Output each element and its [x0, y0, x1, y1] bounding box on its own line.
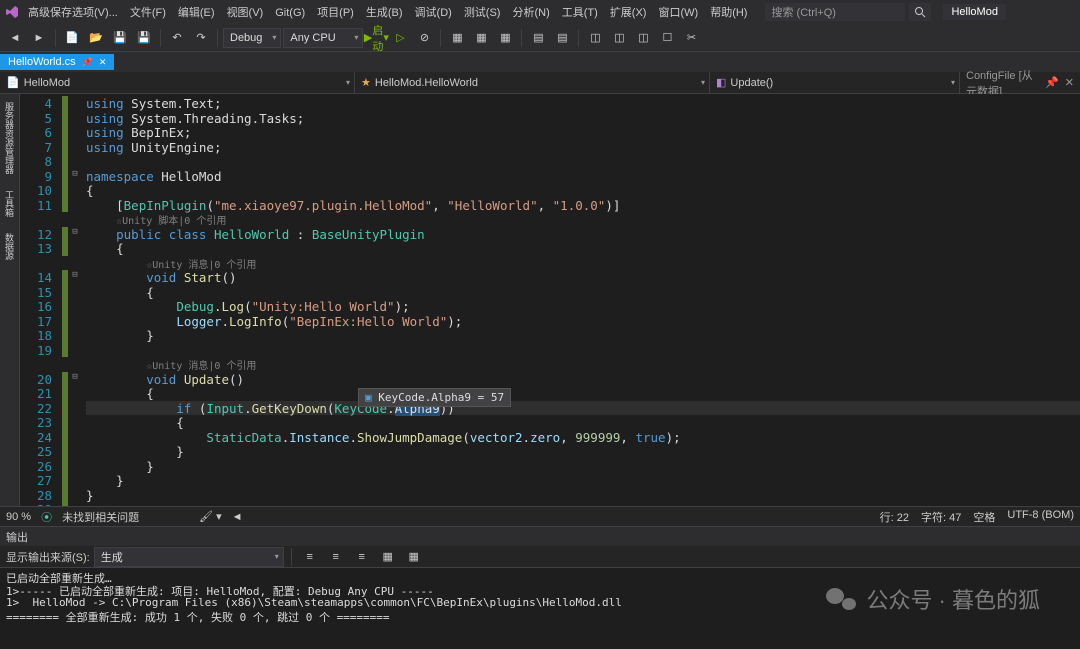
method-icon: ◧: [716, 76, 726, 89]
tool-icon[interactable]: ▤: [551, 27, 573, 49]
line-numbers: 4567891011121314151617181920212223242526…: [20, 94, 62, 506]
encoding[interactable]: UTF-8 (BOM): [1007, 509, 1074, 525]
menu-item[interactable]: 调试(D): [409, 5, 458, 21]
issues-text: 未找到相关问题: [62, 509, 139, 525]
platform-dropdown[interactable]: Any CPU: [283, 28, 363, 48]
output-header[interactable]: 输出: [0, 526, 1080, 546]
search-placeholder: 搜索 (Ctrl+Q): [771, 4, 835, 20]
menu-item[interactable]: 生成(B): [360, 5, 409, 21]
undo-icon[interactable]: ↶: [166, 27, 188, 49]
sidebar-tab[interactable]: 数据源: [3, 233, 16, 260]
nav-project-dropdown[interactable]: 📄HelloMod: [0, 72, 355, 93]
zoom-level[interactable]: 90 %: [6, 511, 31, 523]
stop-icon[interactable]: ⊘: [413, 27, 435, 49]
menubar: 高级保存选项(V)...文件(F)编辑(E)视图(V)Git(G)项目(P)生成…: [0, 0, 1080, 24]
code-content[interactable]: using System.Text;using System.Threading…: [82, 94, 1080, 506]
close-icon[interactable]: ✕: [99, 57, 107, 68]
issue-icon: ⦿: [41, 509, 52, 525]
nav-member-dropdown[interactable]: ◧Update(): [710, 72, 960, 93]
pin-icon[interactable]: 📌: [82, 57, 93, 68]
menu-item[interactable]: Git(G): [269, 5, 311, 21]
menu-item[interactable]: 扩展(X): [604, 5, 653, 21]
new-file-icon[interactable]: 📄: [61, 27, 83, 49]
pin-icon[interactable]: 📌: [1045, 76, 1059, 89]
menu-item[interactable]: 测试(S): [458, 5, 507, 21]
tool-icon[interactable]: ☐: [656, 27, 678, 49]
brush-icon[interactable]: 🖌 ▾: [199, 510, 222, 523]
indent-mode[interactable]: 空格: [973, 509, 995, 525]
menu-item[interactable]: 窗口(W): [652, 5, 704, 21]
tool-icon[interactable]: ▦: [446, 27, 468, 49]
code-navbar: 📄HelloMod ★HelloMod.HelloWorld ◧Update()…: [0, 72, 1080, 94]
output-tool-icon[interactable]: ≡: [299, 546, 321, 568]
sidebar-tab[interactable]: 服务器资源管理器: [3, 102, 16, 174]
save-all-icon[interactable]: 💾: [133, 27, 155, 49]
document-tab[interactable]: HelloWorld.cs 📌 ✕: [0, 54, 114, 70]
close-icon[interactable]: ✕: [1065, 76, 1074, 89]
toolbar: ◄ ► 📄 📂 💾 💾 ↶ ↷ Debug Any CPU ▶ 启动 ▾ ▷ ⊘…: [0, 24, 1080, 52]
field-icon: ▣: [365, 391, 372, 404]
menu-item[interactable]: 文件(F): [124, 5, 172, 21]
intellisense-tooltip: ▣ KeyCode.Alpha9 = 57: [358, 388, 511, 407]
nav-left-icon[interactable]: ◄: [232, 511, 243, 523]
code-editor[interactable]: 4567891011121314151617181920212223242526…: [20, 94, 1080, 506]
left-sidebar: 服务器资源管理器 工具箱 数据源: [0, 94, 20, 506]
tool-icon[interactable]: ▦: [494, 27, 516, 49]
search-box[interactable]: 搜索 (Ctrl+Q): [765, 3, 905, 21]
col-indicator: 字符: 47: [921, 509, 961, 525]
class-icon: ★: [361, 76, 371, 89]
tool-icon[interactable]: ▦: [470, 27, 492, 49]
wechat-icon: [826, 586, 856, 612]
start-no-debug-icon[interactable]: ▷: [389, 27, 411, 49]
sidebar-tab[interactable]: 工具箱: [3, 190, 16, 217]
redo-icon[interactable]: ↷: [190, 27, 212, 49]
forward-button[interactable]: ►: [28, 27, 50, 49]
tool-icon[interactable]: ✂: [680, 27, 702, 49]
save-icon[interactable]: 💾: [109, 27, 131, 49]
solution-name: HelloMod: [943, 4, 1005, 20]
tool-icon[interactable]: ▤: [527, 27, 549, 49]
config-dropdown[interactable]: Debug: [223, 28, 281, 48]
output-tool-icon[interactable]: ▦: [377, 546, 399, 568]
nav-extra: ConfigFile [从元数据]📌✕: [960, 72, 1080, 93]
tab-label: HelloWorld.cs: [8, 56, 76, 68]
output-source-dropdown[interactable]: 生成: [94, 547, 284, 567]
back-button[interactable]: ◄: [4, 27, 26, 49]
tool-icon[interactable]: ◫: [584, 27, 606, 49]
output-tool-icon[interactable]: ≡: [325, 546, 347, 568]
menu-item[interactable]: 工具(T): [556, 5, 604, 21]
csharp-icon: 📄: [6, 76, 20, 89]
editor-status-bar: 90 % ⦿ 未找到相关问题 🖌 ▾ ◄ 行: 22 字符: 47 空格 UTF…: [0, 506, 1080, 526]
search-button[interactable]: [909, 3, 931, 21]
menu-item[interactable]: 项目(P): [311, 5, 360, 21]
open-icon[interactable]: 📂: [85, 27, 107, 49]
output-toolbar: 显示输出来源(S): 生成 ≡ ≡ ≡ ▦ ▦: [0, 546, 1080, 568]
vs-logo-icon: [4, 4, 20, 20]
menu-item[interactable]: 视图(V): [221, 5, 270, 21]
output-source-label: 显示输出来源(S):: [6, 549, 90, 565]
fold-column[interactable]: ⊟⊟⊟⊟: [68, 94, 82, 506]
start-button[interactable]: ▶ 启动 ▾: [365, 27, 387, 49]
watermark: 公众号 · 暮色的狐: [826, 583, 1040, 615]
output-tool-icon[interactable]: ≡: [351, 546, 373, 568]
menu-item[interactable]: 编辑(E): [172, 5, 221, 21]
editor-area: 服务器资源管理器 工具箱 数据源 45678910111213141516171…: [0, 94, 1080, 506]
tool-icon[interactable]: ◫: [608, 27, 630, 49]
menu-item[interactable]: 分析(N): [506, 5, 555, 21]
menu-item[interactable]: 帮助(H): [704, 5, 753, 21]
nav-class-dropdown[interactable]: ★HelloMod.HelloWorld: [355, 72, 710, 93]
line-indicator: 行: 22: [880, 509, 909, 525]
menu-item[interactable]: 高级保存选项(V)...: [22, 5, 124, 21]
document-tabbar: HelloWorld.cs 📌 ✕: [0, 52, 1080, 72]
tool-icon[interactable]: ◫: [632, 27, 654, 49]
output-tool-icon[interactable]: ▦: [403, 546, 425, 568]
